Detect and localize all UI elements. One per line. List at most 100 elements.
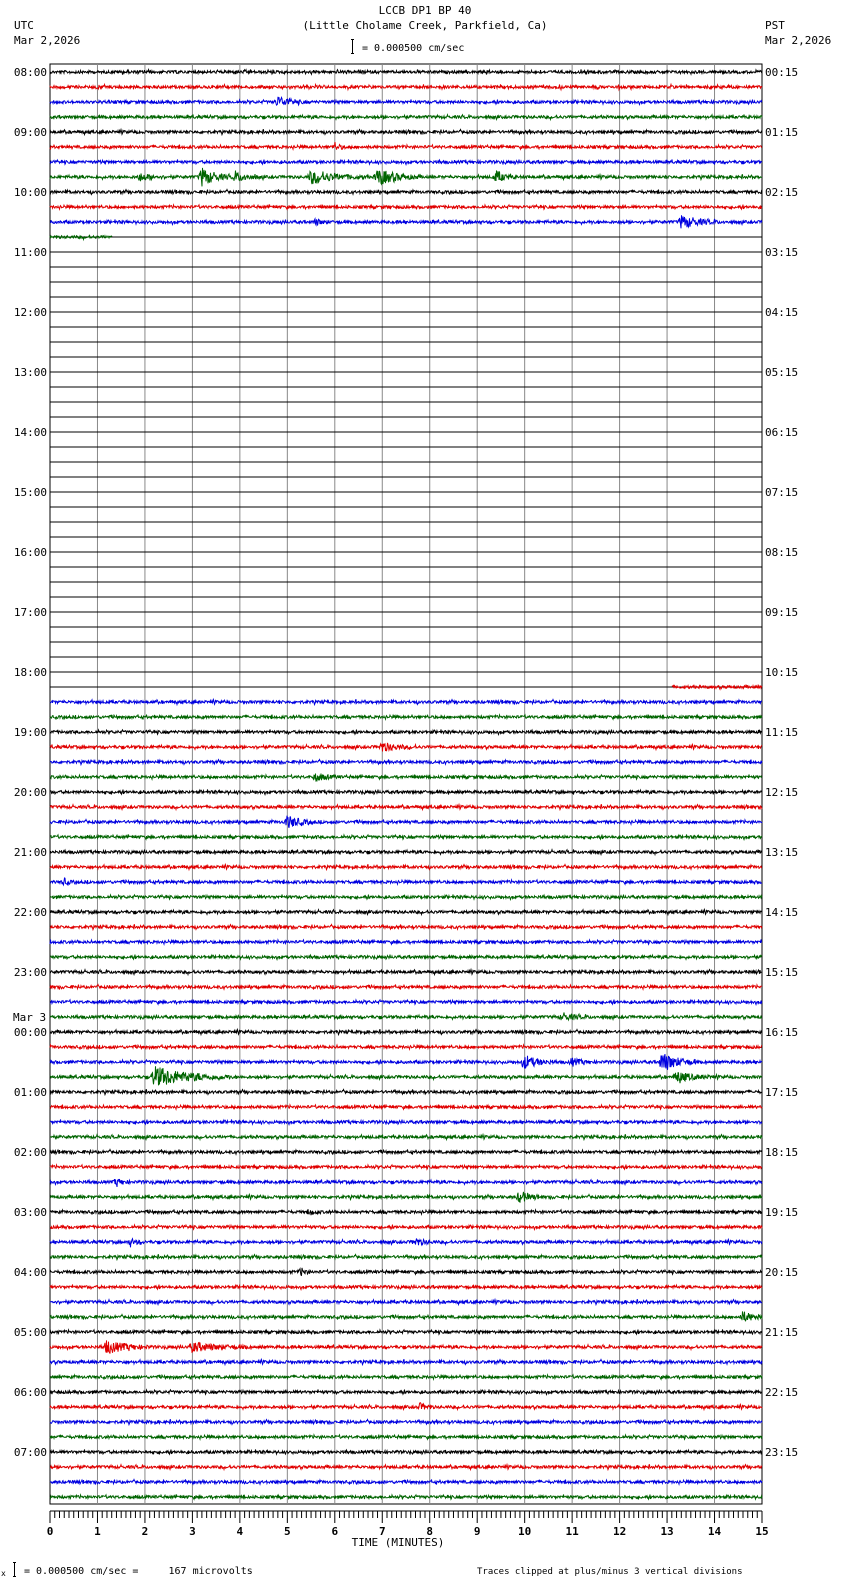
seismic-trace bbox=[49, 1132, 763, 1142]
seismic-trace bbox=[671, 683, 763, 691]
utc-hour-label: 01:00 bbox=[14, 1086, 47, 1099]
seismic-trace bbox=[49, 1267, 763, 1277]
clip-note: Traces clipped at plus/minus 3 vertical … bbox=[477, 1567, 743, 1577]
utc-hour-label: 13:00 bbox=[14, 366, 47, 379]
pst-hour-label: 09:15 bbox=[765, 606, 798, 619]
seismic-trace bbox=[49, 697, 763, 707]
pst-hour-label: 19:15 bbox=[765, 1206, 798, 1219]
x-tick-label: 9 bbox=[474, 1525, 481, 1538]
seismic-trace bbox=[49, 188, 763, 196]
pst-hour-label: 07:15 bbox=[765, 486, 798, 499]
pst-hour-label: 11:15 bbox=[765, 726, 798, 739]
seismic-trace bbox=[49, 1493, 763, 1501]
footer-scale-bar-icon bbox=[13, 1562, 16, 1577]
seismic-trace bbox=[49, 953, 763, 962]
seismic-trace bbox=[49, 1328, 763, 1336]
seismic-trace bbox=[49, 1118, 763, 1127]
pst-hour-label: 20:15 bbox=[765, 1266, 798, 1279]
x-tick-label: 12 bbox=[613, 1525, 626, 1538]
utc-hour-label: 18:00 bbox=[14, 666, 47, 679]
seismic-trace bbox=[49, 1148, 763, 1156]
utc-hour-label: 11:00 bbox=[14, 246, 47, 259]
seismic-trace bbox=[49, 1178, 763, 1187]
seismic-trace bbox=[49, 82, 763, 92]
pst-hour-label: 18:15 bbox=[765, 1146, 798, 1159]
seismic-trace bbox=[49, 1357, 763, 1367]
x-tick-label: 2 bbox=[142, 1525, 149, 1538]
utc-hour-label: 22:00 bbox=[14, 906, 47, 919]
seismic-trace bbox=[49, 1253, 763, 1262]
utc-hour-label: 20:00 bbox=[14, 786, 47, 799]
seismic-trace bbox=[49, 983, 763, 991]
seismic-trace bbox=[49, 1103, 763, 1111]
seismic-trace bbox=[49, 1012, 762, 1022]
x-tick-label: 6 bbox=[331, 1525, 338, 1538]
pst-hour-label: 00:15 bbox=[765, 66, 798, 79]
seismic-trace bbox=[49, 1191, 763, 1203]
x-tick-label: 13 bbox=[660, 1525, 673, 1538]
pst-hour-label: 05:15 bbox=[765, 366, 798, 379]
seismic-trace bbox=[49, 113, 763, 122]
seismic-trace bbox=[49, 1208, 763, 1216]
seismic-trace bbox=[49, 234, 113, 242]
utc-hour-label: 03:00 bbox=[14, 1206, 47, 1219]
seismic-trace bbox=[49, 1433, 763, 1441]
x-tick-label: 14 bbox=[708, 1525, 722, 1538]
x-axis-label: TIME (MINUTES) bbox=[352, 1536, 445, 1549]
seismic-trace bbox=[49, 815, 763, 828]
utc-hour-label: 04:00 bbox=[14, 1266, 47, 1279]
seismic-trace bbox=[49, 893, 763, 902]
utc-hour-label: 15:00 bbox=[14, 486, 47, 499]
footer-marker: x bbox=[1, 1569, 6, 1578]
seismic-trace bbox=[49, 1283, 763, 1292]
seismic-trace bbox=[49, 203, 763, 211]
seismic-trace bbox=[49, 1418, 763, 1427]
seismic-trace bbox=[49, 1163, 762, 1171]
seismic-trace bbox=[49, 142, 762, 151]
seismic-trace bbox=[49, 1462, 763, 1472]
utc-hour-label: 06:00 bbox=[14, 1386, 47, 1399]
seismic-trace bbox=[49, 877, 763, 887]
x-tick-label: 4 bbox=[237, 1525, 244, 1538]
seismic-trace bbox=[49, 1043, 762, 1051]
utc-hour-label: 05:00 bbox=[14, 1326, 47, 1339]
seismic-trace bbox=[49, 967, 763, 977]
seismic-trace bbox=[49, 773, 763, 782]
seismic-trace bbox=[49, 713, 763, 721]
seismic-trace bbox=[49, 167, 763, 187]
seismic-trace bbox=[49, 998, 763, 1007]
utc-hour-label: 14:00 bbox=[14, 426, 47, 439]
seismic-trace bbox=[49, 742, 763, 752]
seismic-trace bbox=[49, 1053, 763, 1070]
seismic-trace bbox=[49, 907, 763, 917]
seismic-trace bbox=[49, 923, 763, 932]
utc-hour-label: 09:00 bbox=[14, 126, 47, 139]
pst-hour-label: 17:15 bbox=[765, 1086, 798, 1099]
utc-hour-label: 12:00 bbox=[14, 306, 47, 319]
pst-hour-label: 22:15 bbox=[765, 1386, 798, 1399]
utc-hour-label: 19:00 bbox=[14, 726, 47, 739]
seismic-trace bbox=[49, 1237, 763, 1248]
seismic-trace bbox=[49, 1088, 763, 1097]
seismic-trace bbox=[49, 833, 763, 842]
utc-hour-label: 00:00 bbox=[14, 1026, 47, 1039]
x-tick-label: 1 bbox=[94, 1525, 101, 1538]
pst-hour-label: 13:15 bbox=[765, 846, 798, 859]
seismic-trace bbox=[49, 938, 763, 946]
footer-scale-label: = 0.000500 cm/sec = 167 microvolts bbox=[24, 1566, 253, 1577]
x-tick-label: 3 bbox=[189, 1525, 196, 1538]
seismic-trace bbox=[49, 1066, 763, 1086]
seismic-trace bbox=[49, 96, 763, 107]
pst-hour-label: 10:15 bbox=[765, 666, 798, 679]
seismic-trace bbox=[49, 758, 763, 767]
helicorder-plot: 08:00 09:00 10:00 11:00 12:00 13:00 14:00 15:00… bbox=[13, 63, 798, 1549]
utc-hour-label: 23:00 bbox=[14, 966, 47, 979]
pst-hour-label: 03:15 bbox=[765, 246, 798, 259]
x-tick-label: 5 bbox=[284, 1525, 291, 1538]
pst-hour-label: 08:15 bbox=[765, 546, 798, 559]
pst-hour-label: 23:15 bbox=[765, 1446, 798, 1459]
seismic-trace bbox=[50, 788, 763, 797]
seismic-trace bbox=[49, 127, 763, 137]
pst-hour-label: 06:15 bbox=[765, 426, 798, 439]
seismic-trace bbox=[49, 67, 763, 76]
